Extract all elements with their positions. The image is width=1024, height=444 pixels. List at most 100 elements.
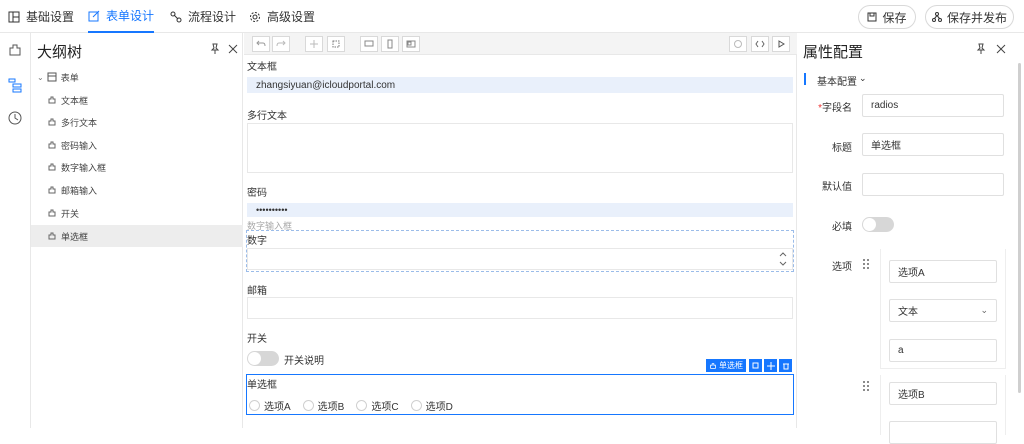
tree-item-label: 开关 — [61, 208, 80, 219]
save-button[interactable]: 保存 — [858, 5, 916, 29]
radio-circle[interactable] — [410, 400, 422, 411]
tree-item-selected[interactable]: 单选框 — [31, 225, 243, 247]
redo-icon — [276, 40, 286, 47]
trash-icon — [782, 363, 789, 369]
tree-item[interactable]: 文本框 — [31, 89, 243, 111]
tree-item[interactable]: 数字输入框 — [31, 156, 243, 178]
save-publish-button[interactable]: 保存并发布 — [925, 5, 1014, 29]
radio-option[interactable]: 选项D — [410, 398, 453, 413]
radio-option-label: 选项A — [264, 402, 291, 413]
text-input[interactable]: zhangsiyuan@icloudportal.com — [247, 77, 793, 93]
select-box-icon — [332, 40, 340, 48]
code-icon — [755, 40, 765, 48]
flow-icon — [170, 11, 182, 22]
tree-item[interactable]: 开关 — [31, 202, 243, 224]
tab-label: 高级设置 — [267, 10, 316, 24]
option-a-label-input[interactable]: 选项A — [889, 260, 997, 283]
radio-option[interactable]: 选项B — [302, 398, 345, 413]
canvas-toolbar — [244, 33, 797, 55]
section-label: 基本配置 — [817, 77, 857, 88]
save-icon — [867, 12, 877, 22]
drag-button[interactable] — [764, 359, 777, 372]
history-icon[interactable] — [7, 110, 23, 126]
tab-basic-settings[interactable]: 基础设置 — [8, 0, 74, 33]
textarea-input[interactable] — [247, 123, 793, 173]
undo-button[interactable] — [252, 36, 270, 52]
outline-tree-icon[interactable] — [7, 77, 23, 93]
tree-root[interactable]: ⌄ 表单 — [31, 66, 243, 88]
radio-circle[interactable] — [356, 400, 368, 411]
field-label: 单选框 — [247, 380, 277, 391]
preview-dim-button[interactable] — [729, 36, 747, 52]
default-value-input[interactable] — [862, 173, 1004, 196]
radio-circle[interactable] — [249, 400, 260, 411]
close-icon[interactable] — [994, 42, 1008, 56]
tab-label: 流程设计 — [188, 10, 237, 24]
pin-icon[interactable] — [208, 42, 222, 56]
tablet-icon — [406, 40, 416, 48]
switch-description: 开关说明 — [284, 356, 324, 367]
desktop-icon — [364, 40, 374, 47]
field-label: 多行文本 — [247, 111, 287, 122]
password-input[interactable]: •••••••••• — [247, 203, 793, 217]
tree-item-label: 单选框 — [61, 231, 89, 242]
redo-button[interactable] — [272, 36, 290, 52]
option-b-label-input[interactable]: 选项B — [889, 382, 997, 405]
chevron-down-icon: ⌄ — [980, 305, 988, 315]
copy-button[interactable] — [749, 359, 762, 372]
delete-button[interactable] — [779, 359, 792, 372]
selected-component-badge[interactable]: 单选框 — [706, 359, 746, 372]
pin-icon[interactable] — [974, 42, 988, 56]
field-label: 密码 — [247, 188, 267, 199]
move-button[interactable] — [305, 36, 323, 52]
chevron-down-icon[interactable]: ⌄ — [37, 73, 44, 82]
radio-option[interactable]: 选项C — [356, 398, 399, 413]
number-input[interactable] — [247, 248, 793, 270]
required-toggle[interactable] — [862, 217, 894, 232]
tree-item[interactable]: 多行文本 — [31, 111, 243, 133]
play-button[interactable] — [772, 36, 790, 52]
field-label: 数字 — [247, 236, 267, 247]
desktop-view-button[interactable] — [360, 36, 378, 52]
tab-label: 基础设置 — [26, 10, 75, 24]
chevron-down-icon: ⌄ — [859, 73, 867, 83]
title-input[interactable]: 单选框 — [862, 133, 1004, 156]
radio-option-label: 选项B — [317, 402, 345, 413]
form-icon — [47, 72, 57, 82]
section-header[interactable]: 基本配置 ⌄ — [817, 73, 867, 88]
tree-item[interactable]: 邮箱输入 — [31, 179, 243, 201]
radio-option-label: 选项C — [371, 402, 399, 413]
option-a-value-input[interactable]: a — [889, 339, 997, 362]
properties-title: 属性配置 — [803, 44, 864, 61]
radio-option-label: 选项D — [425, 402, 453, 413]
tab-form-design[interactable]: 表单设计 — [88, 0, 155, 33]
stepper-icon[interactable] — [778, 250, 788, 268]
field-label: 文本框 — [247, 62, 277, 73]
drag-handle-icon[interactable] — [862, 258, 870, 270]
component-icon — [48, 96, 56, 104]
tree-root-label: 表单 — [60, 72, 79, 83]
tree-item[interactable]: 密码输入 — [31, 134, 243, 156]
tablet-view-button[interactable] — [402, 36, 420, 52]
component-icon[interactable] — [7, 42, 23, 58]
email-input[interactable] — [247, 297, 793, 319]
option-b-type-select[interactable] — [889, 421, 997, 444]
field-name-input[interactable]: radios — [862, 94, 1004, 117]
title-label: 标题 — [832, 143, 852, 154]
close-icon[interactable] — [226, 42, 240, 56]
switch-toggle[interactable] — [247, 351, 279, 366]
tab-advanced-settings[interactable]: 高级设置 — [249, 0, 315, 33]
copy-icon — [752, 362, 758, 368]
radio-circle[interactable] — [302, 400, 314, 411]
option-type-value: 文本 — [898, 307, 918, 318]
option-type-select[interactable]: 文本 ⌄ — [889, 299, 997, 322]
left-icon-bar — [0, 33, 31, 428]
mobile-view-button[interactable] — [381, 36, 399, 52]
save-publish-label: 保存并发布 — [946, 10, 1007, 25]
scrollbar-thumb[interactable] — [1018, 63, 1021, 393]
select-box-button[interactable] — [327, 36, 345, 52]
drag-handle-icon[interactable] — [862, 380, 870, 392]
tab-flow-design[interactable]: 流程设计 — [170, 0, 236, 33]
code-button[interactable] — [751, 36, 769, 52]
radio-option[interactable]: 选项A — [249, 398, 291, 413]
